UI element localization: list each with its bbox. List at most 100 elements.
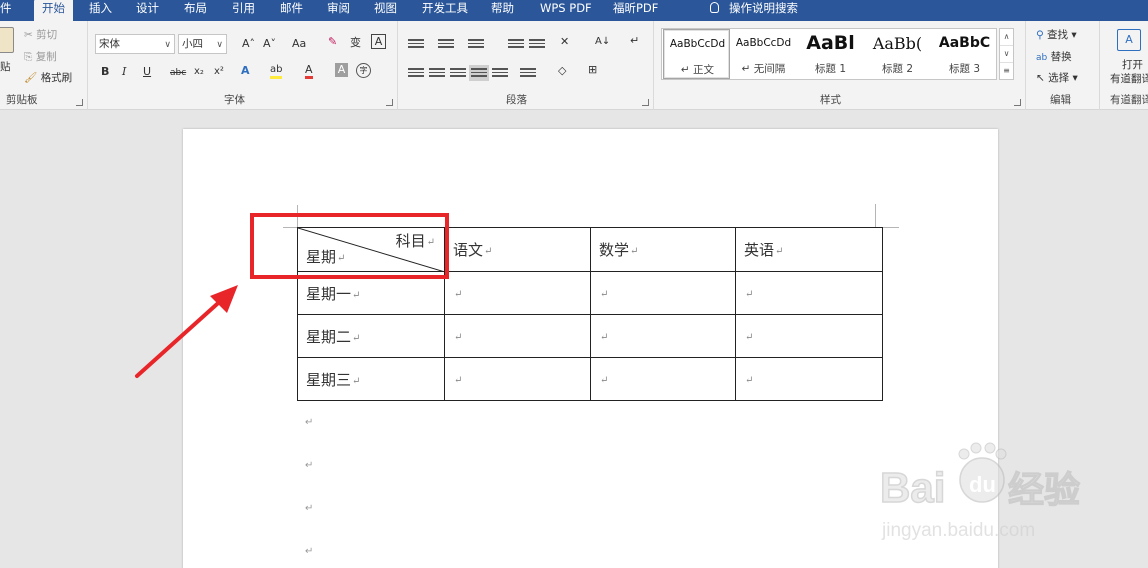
style-name: ↵ 无间隔	[741, 63, 786, 75]
row-header-cell[interactable]: 星期二↵	[297, 314, 445, 358]
clipboard-launcher-icon[interactable]	[76, 99, 83, 106]
decrease-indent-icon[interactable]	[508, 37, 524, 49]
style-heading-3[interactable]: AaBbC 标题 3	[931, 29, 998, 79]
column-header-english[interactable]: 英语↵	[735, 227, 883, 272]
asian-layout-icon[interactable]: ✕	[560, 34, 569, 50]
table-cell[interactable]: ↵	[444, 271, 591, 315]
find-button[interactable]: ⚲ 查找 ▾	[1036, 28, 1077, 42]
line-spacing-icon[interactable]	[520, 66, 536, 78]
table-cell[interactable]: ↵	[590, 271, 736, 315]
copy-button[interactable]: ⎘ 复制	[24, 50, 57, 64]
character-shading-button[interactable]: A	[335, 63, 348, 77]
justify-icon[interactable]	[469, 65, 489, 81]
table-row: 星期三↵ ↵ ↵ ↵	[297, 357, 883, 401]
font-name-select[interactable]: 宋体 ∨	[95, 34, 175, 54]
bullets-icon[interactable]	[408, 37, 424, 49]
table-cell[interactable]: ↵	[444, 314, 591, 358]
translate-icon[interactable]: A	[1117, 29, 1141, 51]
styles-launcher-icon[interactable]	[1014, 99, 1021, 106]
svg-text:jingyan.baidu.com: jingyan.baidu.com	[881, 520, 1035, 541]
styles-group-label: 样式	[820, 94, 841, 106]
show-marks-button[interactable]: ↵	[630, 33, 639, 49]
tab-foxit-pdf[interactable]: 福昕PDF	[613, 0, 658, 21]
clear-format-icon[interactable]: ✎	[328, 34, 337, 50]
tab-view[interactable]: 视图	[374, 0, 397, 21]
sort-button[interactable]: A↓	[595, 34, 610, 50]
distributed-icon[interactable]	[492, 66, 508, 78]
align-center-icon[interactable]	[429, 66, 445, 78]
paragraph-mark: ↵	[305, 460, 314, 471]
tab-layout[interactable]: 布局	[184, 0, 207, 21]
tab-developer[interactable]: 开发工具	[422, 0, 468, 21]
chevron-up-icon[interactable]: ∧	[1000, 29, 1013, 46]
replace-button[interactable]: ab 替换	[1036, 50, 1072, 65]
paste-button[interactable]: 贴	[0, 60, 11, 74]
return-mark: ↵	[600, 332, 609, 343]
character-border-button[interactable]: A	[371, 34, 386, 49]
borders-icon[interactable]: ⊞	[588, 62, 597, 78]
align-left-icon[interactable]	[408, 66, 424, 78]
font-launcher-icon[interactable]	[386, 99, 393, 106]
text-effects-button[interactable]: A	[241, 63, 250, 79]
youdao-open-button[interactable]: 打开	[1122, 58, 1143, 72]
tab-help[interactable]: 帮助	[491, 0, 514, 21]
italic-button[interactable]: I	[122, 64, 126, 80]
grow-font-button[interactable]: A˄	[242, 36, 255, 52]
table-cell[interactable]: ↵	[590, 314, 736, 358]
superscript-button[interactable]: x²	[214, 64, 224, 80]
font-size-select[interactable]: 小四 ∨	[178, 34, 227, 54]
tab-file[interactable]: 件	[0, 0, 12, 21]
table-cell[interactable]: ↵	[735, 271, 883, 315]
style-name: 标题 2	[881, 63, 914, 75]
tab-references[interactable]: 引用	[232, 0, 255, 21]
row-header-cell[interactable]: 星期三↵	[297, 357, 445, 401]
tab-review[interactable]: 审阅	[327, 0, 350, 21]
highlight-button[interactable]: ab	[270, 63, 283, 79]
style-name: 标题 1	[814, 63, 847, 75]
tab-insert[interactable]: 插入	[89, 0, 112, 21]
shading-icon[interactable]: ◇	[558, 63, 566, 79]
bold-button[interactable]: B	[101, 64, 109, 80]
column-header-chinese[interactable]: 语文↵	[444, 227, 591, 272]
phonetic-guide-button[interactable]: 变	[350, 35, 361, 51]
style-no-spacing[interactable]: AaBbCcDd ↵ 无间隔	[730, 29, 797, 79]
select-button[interactable]: ↖ 选择 ▾	[1036, 71, 1078, 85]
tab-mailings[interactable]: 邮件	[280, 0, 303, 21]
more-styles-icon[interactable]: ≡	[1000, 63, 1013, 80]
shrink-font-button[interactable]: A˅	[263, 36, 276, 52]
numbering-icon[interactable]	[438, 37, 454, 49]
select-label: 选择	[1048, 72, 1070, 84]
find-label: 查找	[1047, 29, 1069, 41]
tab-wps-pdf[interactable]: WPS PDF	[540, 0, 592, 21]
paragraph-launcher-icon[interactable]	[642, 99, 649, 106]
align-right-icon[interactable]	[450, 66, 466, 78]
table-cell[interactable]: ↵	[735, 357, 883, 401]
subscript-button[interactable]: x₂	[194, 64, 204, 80]
table-cell[interactable]: ↵	[735, 314, 883, 358]
column-header-math[interactable]: 数学↵	[590, 227, 736, 272]
chevron-down-icon: ∨	[164, 40, 171, 50]
increase-indent-icon[interactable]	[529, 37, 545, 49]
font-color-button[interactable]: A	[305, 63, 313, 79]
tab-home[interactable]: 开始	[34, 0, 73, 22]
return-mark: ↵	[454, 375, 463, 386]
style-heading-2[interactable]: AaBb( 标题 2	[864, 29, 931, 79]
tab-design[interactable]: 设计	[136, 0, 159, 21]
format-painter-button[interactable]: 🖌 格式刷	[24, 71, 72, 85]
style-normal[interactable]: AaBbCcDd ↵ 正文	[663, 29, 730, 79]
multilevel-list-icon[interactable]	[468, 37, 484, 49]
tell-me-search[interactable]: 操作说明搜索	[710, 0, 798, 21]
cut-button[interactable]: ✂ 剪切	[24, 28, 57, 42]
paragraph-mark: ↵	[305, 546, 314, 557]
chevron-down-icon[interactable]: ∨	[1000, 46, 1013, 63]
styles-gallery-scroll[interactable]: ∧ ∨ ≡	[999, 28, 1014, 80]
underline-button[interactable]: U	[143, 64, 151, 80]
enclose-characters-button[interactable]: 字	[356, 63, 371, 78]
table-cell[interactable]: ↵	[444, 357, 591, 401]
change-case-button[interactable]: Aa	[292, 36, 306, 52]
cut-label: 剪切	[36, 29, 58, 41]
strikethrough-button[interactable]: abc	[170, 65, 186, 81]
table-cell[interactable]: ↵	[590, 357, 736, 401]
style-heading-1[interactable]: AaBl 标题 1	[797, 29, 864, 79]
paste-icon[interactable]	[0, 27, 14, 53]
